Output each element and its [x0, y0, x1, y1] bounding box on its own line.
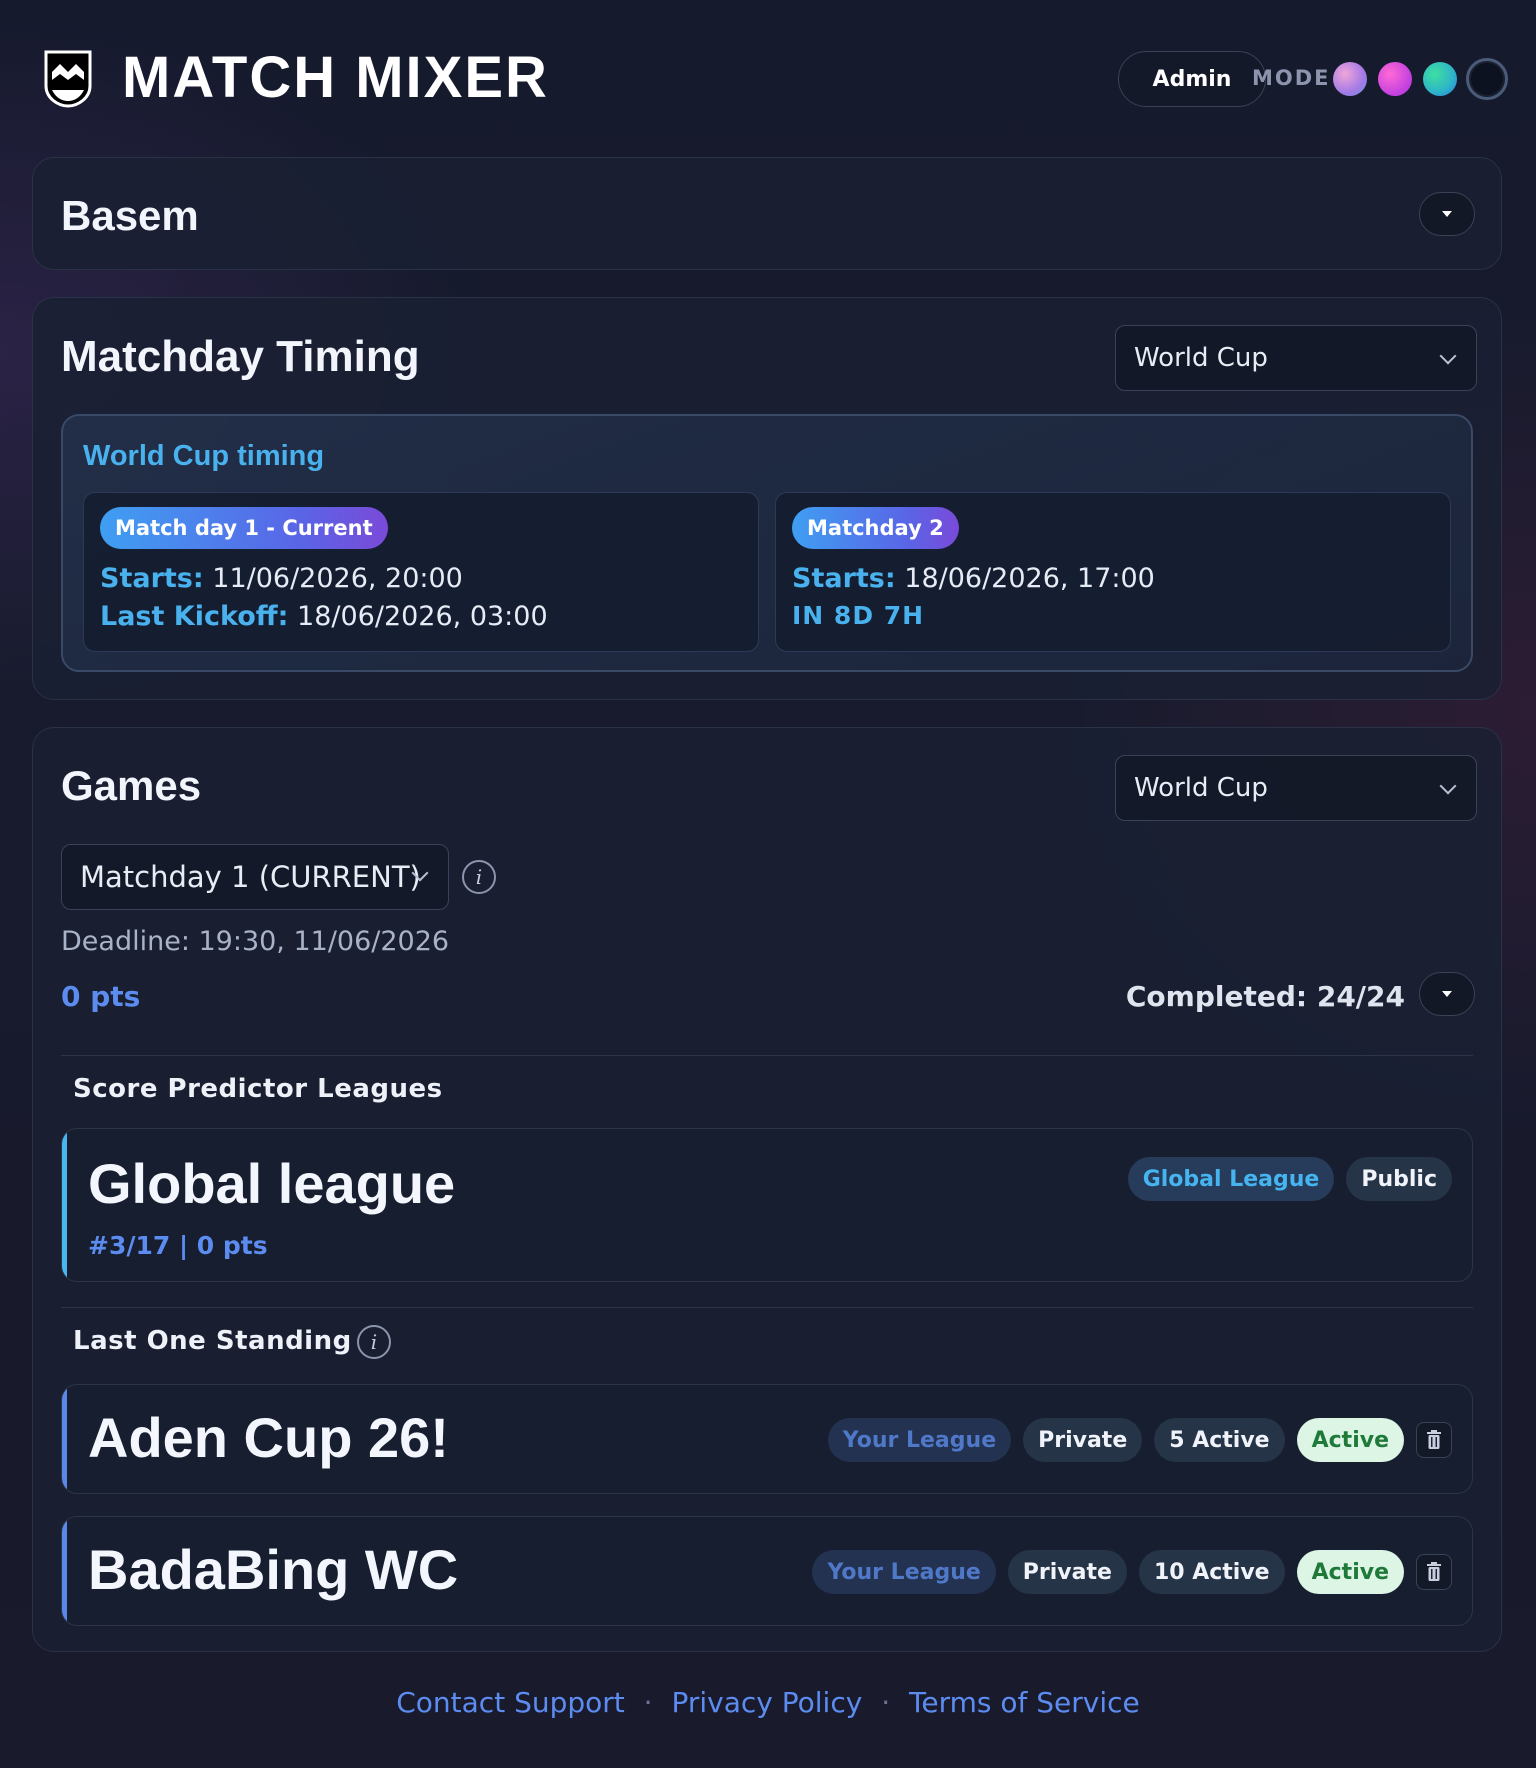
app-title: MATCH MIXER: [122, 45, 549, 110]
league-card-badabing[interactable]: BadaBing WC Your League Private 10 Activ…: [61, 1516, 1473, 1626]
terms-of-service-link[interactable]: Terms of Service: [909, 1686, 1140, 1719]
privacy-policy-link[interactable]: Privacy Policy: [671, 1686, 862, 1719]
tag-your-league: Your League: [827, 1418, 1012, 1462]
league-name: Aden Cup 26!: [88, 1406, 449, 1469]
timing-competition-value: World Cup: [1134, 343, 1268, 373]
chevron-down-icon: [1439, 347, 1457, 365]
footer: Contact Support · Privacy Policy · Terms…: [0, 1686, 1536, 1719]
completed-count: Completed: 24/24: [1125, 980, 1405, 1013]
last-one-standing-label: Last One Standing: [73, 1326, 352, 1356]
league-card-aden-cup[interactable]: Aden Cup 26! Your League Private 5 Activ…: [61, 1384, 1473, 1494]
profile-expand-button[interactable]: [1419, 192, 1475, 236]
starts-key: Starts:: [792, 563, 896, 594]
caret-down-icon: [1442, 211, 1452, 217]
completed-expand-button[interactable]: [1419, 972, 1475, 1016]
last-kickoff-value: 18/06/2026, 03:00: [297, 601, 548, 632]
footer-separator: ·: [643, 1686, 653, 1719]
matchday-last-kickoff: Last Kickoff: 18/06/2026, 03:00: [100, 601, 548, 632]
league-name: BadaBing WC: [88, 1538, 459, 1601]
tag-public: Public: [1346, 1157, 1452, 1201]
matchday-card-2: Matchday 2 Starts: 18/06/2026, 17:00 IN …: [775, 492, 1451, 652]
app-header: MATCH MIXER Admin MODE: [0, 0, 1536, 158]
delete-league-button[interactable]: [1416, 1554, 1452, 1590]
trash-icon: [1427, 1430, 1441, 1449]
matchday-pill: Match day 1 - Current: [100, 507, 388, 549]
tag-active-count: 10 Active: [1138, 1550, 1285, 1594]
deadline-text: Deadline: 19:30, 11/06/2026: [61, 926, 450, 957]
timing-title: Matchday Timing: [61, 332, 420, 381]
tag-active-count: 5 Active: [1154, 1418, 1285, 1462]
caret-down-icon: [1442, 991, 1452, 997]
games-title: Games: [61, 762, 202, 809]
shield-logo-icon: [44, 50, 92, 108]
divider: [61, 1055, 1473, 1056]
profile-name: Basem: [61, 192, 199, 239]
points-text: 0 pts: [61, 980, 141, 1013]
tag-status-active: Active: [1296, 1550, 1404, 1594]
mode-label: MODE: [1252, 66, 1331, 90]
chevron-down-icon: [1439, 777, 1457, 795]
starts-value: 18/06/2026, 17:00: [904, 563, 1155, 594]
info-icon[interactable]: i: [357, 1325, 391, 1359]
matchday-timing-card: Matchday Timing World Cup World Cup timi…: [32, 297, 1502, 700]
matchday-pill: Matchday 2: [792, 507, 959, 549]
delete-league-button[interactable]: [1416, 1422, 1452, 1458]
tag-status-active: Active: [1296, 1418, 1404, 1462]
mode-swatch-magenta[interactable]: [1378, 62, 1412, 96]
league-name: Global league: [88, 1152, 456, 1215]
admin-button[interactable]: Admin: [1118, 51, 1266, 107]
mode-swatch-dark-selected[interactable]: [1466, 58, 1508, 100]
matchday-starts: Starts: 11/06/2026, 20:00: [100, 563, 463, 594]
footer-separator: ·: [881, 1686, 891, 1719]
info-icon[interactable]: i: [462, 860, 496, 894]
games-competition-value: World Cup: [1134, 773, 1268, 803]
matchday-select[interactable]: Matchday 1 (CURRENT): [61, 844, 449, 910]
matchday-card-1: Match day 1 - Current Starts: 11/06/2026…: [83, 492, 759, 652]
divider: [61, 1307, 1473, 1308]
games-competition-select[interactable]: World Cup: [1115, 755, 1477, 821]
profile-card: Basem: [32, 157, 1502, 270]
league-rank-points: #3/17 | 0 pts: [88, 1231, 268, 1260]
contact-support-link[interactable]: Contact Support: [396, 1686, 625, 1719]
matchday-select-value: Matchday 1 (CURRENT): [80, 860, 421, 894]
matchday-countdown: IN 8D 7H: [792, 601, 925, 630]
mode-swatch-green-teal[interactable]: [1423, 62, 1457, 96]
trash-icon: [1427, 1562, 1441, 1581]
league-card-global[interactable]: Global league #3/17 | 0 pts Global Leagu…: [61, 1128, 1473, 1282]
tag-private: Private: [1023, 1418, 1143, 1462]
matchday-starts: Starts: 18/06/2026, 17:00: [792, 563, 1155, 594]
starts-value: 11/06/2026, 20:00: [212, 563, 463, 594]
last-kickoff-key: Last Kickoff:: [100, 601, 289, 632]
page: MATCH MIXER Admin MODE Basem Matchday Ti…: [0, 0, 1536, 1768]
starts-key: Starts:: [100, 563, 204, 594]
games-card: Games World Cup Matchday 1 (CURRENT) i D…: [32, 727, 1502, 1652]
timing-panel-title: World Cup timing: [83, 440, 325, 472]
mode-swatch-pink-blue[interactable]: [1333, 62, 1367, 96]
score-predictor-label: Score Predictor Leagues: [73, 1074, 443, 1104]
tag-your-league: Your League: [812, 1550, 996, 1594]
tag-private: Private: [1007, 1550, 1127, 1594]
timing-panel: World Cup timing Match day 1 - Current S…: [61, 414, 1473, 672]
tag-global-league: Global League: [1127, 1157, 1335, 1201]
league-tags: Global League Public: [1127, 1157, 1452, 1201]
league-tags: Your League Private 10 Active Active: [812, 1550, 1452, 1594]
league-tags: Your League Private 5 Active Active: [827, 1418, 1452, 1462]
timing-competition-select[interactable]: World Cup: [1115, 325, 1477, 391]
